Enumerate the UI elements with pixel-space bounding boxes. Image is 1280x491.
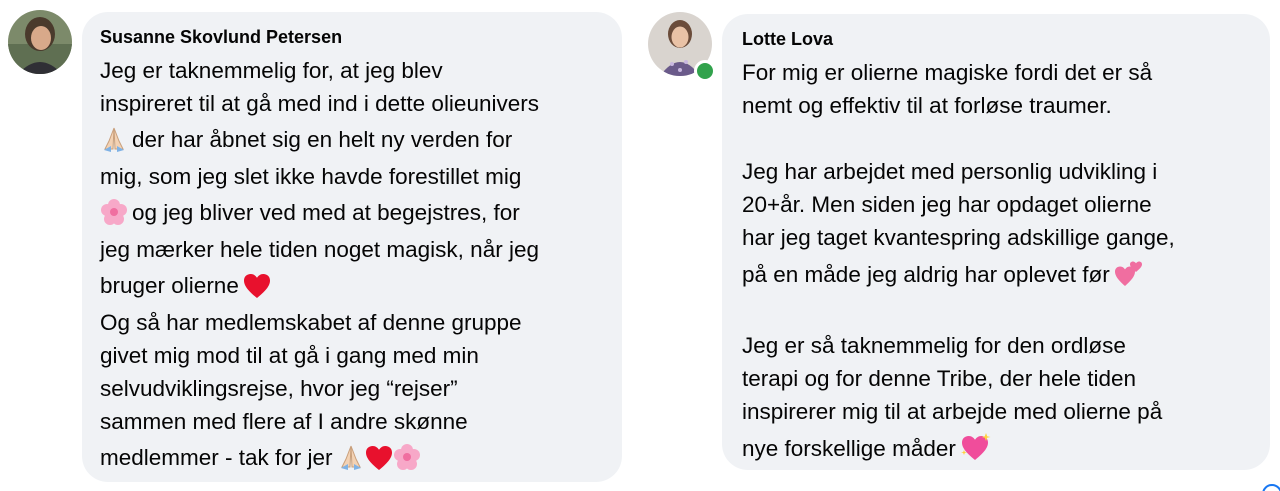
online-status-icon (694, 60, 716, 82)
cherry-blossom-icon (100, 198, 128, 226)
comment-line: medlemmer - tak for jer (100, 438, 622, 478)
comment-line: sammen med flere af I andre skønne (100, 409, 468, 434)
comment-line: 20+år. Men siden jeg har opdaget olierne (742, 192, 1152, 217)
comment-line: mig, som jeg slet ikke havde forestillet… (100, 164, 522, 189)
scroll-indicator[interactable] (1256, 479, 1280, 491)
folded-hands-icon (337, 443, 365, 471)
comment-line: Jeg har arbejdet med personlig udvikling… (742, 159, 1158, 184)
profile-photo-icon (8, 10, 72, 74)
comment-bubble-lotte: Lotte Lova For mig er olierne magiske fo… (722, 14, 1270, 470)
comment-line: bruger olierne (100, 266, 622, 306)
comment-line: givet mig mod til at gå i gang med min (100, 343, 479, 368)
red-heart-icon (243, 273, 271, 299)
comment-line: Jeg er taknemmelig for, at jeg blev (100, 58, 443, 83)
comments-view: Susanne Skovlund Petersen Jeg er taknemm… (0, 0, 1280, 491)
sparkling-heart-icon (960, 432, 992, 462)
comment-bubble-susanne: Susanne Skovlund Petersen Jeg er taknemm… (82, 12, 622, 482)
two-hearts-icon (1114, 260, 1144, 288)
comment-line: Jeg er så taknemmelig for den ordløse (742, 333, 1126, 358)
comment-line: nemt og effektiv til at forløse traumer. (742, 93, 1112, 118)
comment-line: på en måde jeg aldrig har oplevet før (742, 254, 1270, 296)
comment-line: selvudviklingsrejse, hvor jeg “rejser” (100, 376, 458, 401)
comment-line: inspirerer mig til at arbejde med oliern… (742, 399, 1163, 424)
red-heart-icon (365, 445, 393, 471)
comment-line: inspireret til at gå med ind i dette oli… (100, 91, 539, 116)
comment-line: der har åbnet sig en helt ny verden for (100, 120, 622, 160)
comment-line: og jeg bliver ved med at begejstres, for (100, 193, 622, 233)
comment-line: Og så har medlemskabet af denne gruppe (100, 310, 522, 335)
cherry-blossom-icon (393, 443, 421, 471)
comment-line: har jeg taget kvantespring adskillige ga… (742, 225, 1175, 250)
comment-author[interactable]: Lotte Lova (742, 28, 1270, 50)
avatar-susanne[interactable] (8, 10, 72, 74)
comment-author[interactable]: Susanne Skovlund Petersen (100, 26, 622, 48)
comment-line: For mig er olierne magiske fordi det er … (742, 60, 1153, 85)
comment-line: nye forskellige måder (742, 428, 1270, 470)
comment-line: jeg mærker hele tiden noget magisk, når … (100, 237, 539, 262)
comment-line: terapi og for denne Tribe, der hele tide… (742, 366, 1137, 391)
folded-hands-icon (100, 125, 128, 153)
